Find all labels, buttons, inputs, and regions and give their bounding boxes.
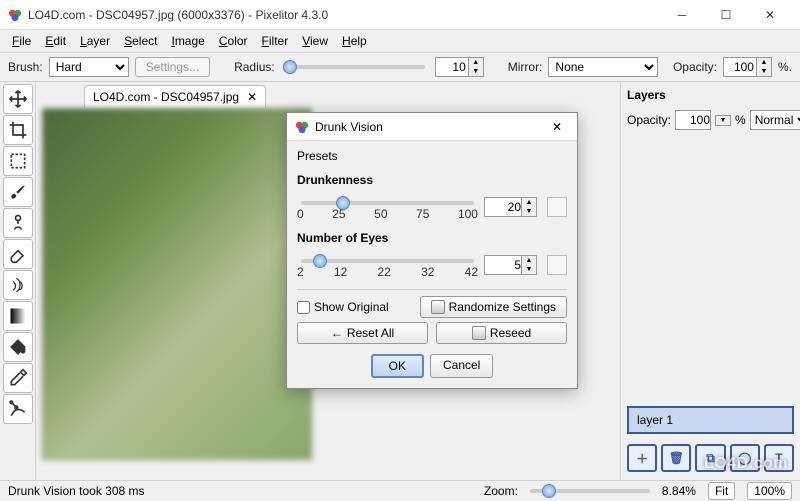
- delete-layer-button[interactable]: 🗑: [661, 444, 691, 472]
- tab-bar: LO4D.com - DSC04957.jpg ✕: [36, 82, 620, 108]
- menu-edit[interactable]: Edit: [39, 32, 72, 50]
- menu-file[interactable]: File: [6, 32, 37, 50]
- menu-color[interactable]: Color: [213, 32, 254, 50]
- duplicate-layer-button[interactable]: ⧉: [695, 444, 725, 472]
- drunkenness-reset-icon[interactable]: [547, 197, 567, 217]
- layer-opacity-input[interactable]: [675, 110, 711, 130]
- radius-spinner[interactable]: ▲▼: [469, 57, 484, 77]
- app-logo-icon: [8, 8, 22, 22]
- presets-menu[interactable]: Presets: [297, 147, 567, 169]
- brush-tool[interactable]: [3, 177, 33, 207]
- window-title: LO4D.com - DSC04957.jpg (6000x3376) - Pi…: [28, 8, 660, 22]
- document-tab[interactable]: LO4D.com - DSC04957.jpg ✕: [84, 85, 266, 108]
- randomize-button[interactable]: Randomize Settings: [420, 296, 567, 318]
- zoom-100-button[interactable]: 100%: [747, 482, 792, 500]
- crop-tool[interactable]: [3, 115, 33, 145]
- title-bar: LO4D.com - DSC04957.jpg (6000x3376) - Pi…: [0, 0, 800, 30]
- eyes-spinner[interactable]: ▲▼: [522, 255, 537, 275]
- tab-label: LO4D.com - DSC04957.jpg: [93, 90, 239, 104]
- menu-image[interactable]: Image: [165, 32, 210, 50]
- close-button[interactable]: ✕: [748, 1, 792, 29]
- cancel-button[interactable]: Cancel: [430, 354, 493, 378]
- mirror-label: Mirror:: [508, 60, 543, 74]
- gradient-tool[interactable]: [3, 301, 33, 331]
- radius-slider[interactable]: [285, 65, 425, 69]
- tab-close-icon[interactable]: ✕: [247, 90, 257, 104]
- zoom-label: Zoom:: [484, 484, 518, 498]
- opacity-input[interactable]: [723, 57, 757, 77]
- layer-opacity-label: Opacity:: [627, 113, 671, 127]
- layer-name: layer 1: [637, 413, 673, 427]
- brush-select[interactable]: Hard: [49, 57, 129, 77]
- pen-tool[interactable]: [3, 394, 33, 424]
- menu-bar: File Edit Layer Select Image Color Filte…: [0, 30, 800, 52]
- toolbox: [0, 82, 36, 480]
- radius-label: Radius:: [234, 60, 275, 74]
- arrow-left-icon: ←: [331, 326, 343, 340]
- menu-help[interactable]: Help: [336, 32, 373, 50]
- percent-label: %: [735, 113, 746, 127]
- drunkenness-label: Drunkenness: [297, 173, 567, 187]
- radius-input[interactable]: [435, 57, 469, 77]
- brush-settings-button[interactable]: Settings...: [135, 57, 210, 77]
- reseed-button[interactable]: Reseed: [436, 322, 567, 344]
- dialog-close-icon[interactable]: ✕: [545, 120, 569, 134]
- drunkenness-slider[interactable]: [301, 201, 474, 205]
- opacity-suffix: %.: [778, 60, 792, 74]
- zoom-fit-button[interactable]: Fit: [708, 482, 735, 500]
- brush-label: Brush:: [8, 60, 43, 74]
- selection-tool[interactable]: [3, 146, 33, 176]
- opacity-label: Opacity:: [673, 60, 717, 74]
- options-bar: Brush: Hard Settings... Radius: ▲▼ Mirro…: [0, 52, 800, 82]
- drunk-vision-dialog: Drunk Vision ✕ Presets Drunkenness 0 25 …: [286, 112, 578, 389]
- layers-panel: Layers Opacity: ▼ % Normal layer 1 ＋ 🗑 ⧉…: [620, 82, 800, 480]
- layer-item[interactable]: layer 1: [627, 406, 794, 434]
- reset-all-button[interactable]: ←Reset All: [297, 322, 428, 344]
- mask-layer-button[interactable]: ◯: [730, 444, 760, 472]
- menu-layer[interactable]: Layer: [74, 32, 116, 50]
- status-message: Drunk Vision took 308 ms: [8, 484, 145, 498]
- layers-heading: Layers: [627, 84, 794, 106]
- status-bar: Drunk Vision took 308 ms Zoom: 8.84% Fit…: [0, 480, 800, 501]
- mirror-select[interactable]: None: [548, 57, 658, 77]
- dialog-divider: [297, 289, 567, 290]
- drunkenness-spinner[interactable]: ▲▼: [522, 197, 537, 217]
- opacity-spinner[interactable]: ▲▼: [757, 57, 772, 77]
- blend-mode-select[interactable]: Normal: [750, 110, 800, 130]
- move-tool[interactable]: [3, 84, 33, 114]
- eyes-slider[interactable]: [301, 259, 474, 263]
- menu-filter[interactable]: Filter: [256, 32, 295, 50]
- eyes-label: Number of Eyes: [297, 231, 567, 245]
- clone-tool[interactable]: [3, 208, 33, 238]
- menu-view[interactable]: View: [296, 32, 334, 50]
- layer-opacity-spinner[interactable]: ▼: [715, 115, 731, 126]
- eyedropper-tool[interactable]: [3, 363, 33, 393]
- drunkenness-input[interactable]: [484, 197, 522, 217]
- menu-select[interactable]: Select: [118, 32, 163, 50]
- dice-icon: [472, 326, 486, 340]
- dice-icon: [431, 300, 445, 314]
- eyes-reset-icon[interactable]: [547, 255, 567, 275]
- text-layer-button[interactable]: T: [764, 444, 794, 472]
- bucket-tool[interactable]: [3, 332, 33, 362]
- canvas-image: [42, 108, 312, 460]
- smudge-tool[interactable]: [3, 270, 33, 300]
- dialog-title-bar[interactable]: Drunk Vision ✕: [287, 113, 577, 141]
- maximize-button[interactable]: ☐: [704, 1, 748, 29]
- eraser-tool[interactable]: [3, 239, 33, 269]
- dialog-title: Drunk Vision: [315, 120, 545, 134]
- minimize-button[interactable]: ─: [660, 1, 704, 29]
- zoom-percent: 8.84%: [662, 484, 696, 498]
- dialog-logo-icon: [295, 120, 309, 134]
- show-original-checkbox[interactable]: Show Original: [297, 300, 389, 314]
- add-layer-button[interactable]: ＋: [627, 444, 657, 472]
- eyes-input[interactable]: [484, 255, 522, 275]
- zoom-slider[interactable]: [530, 489, 650, 493]
- ok-button[interactable]: OK: [371, 354, 424, 378]
